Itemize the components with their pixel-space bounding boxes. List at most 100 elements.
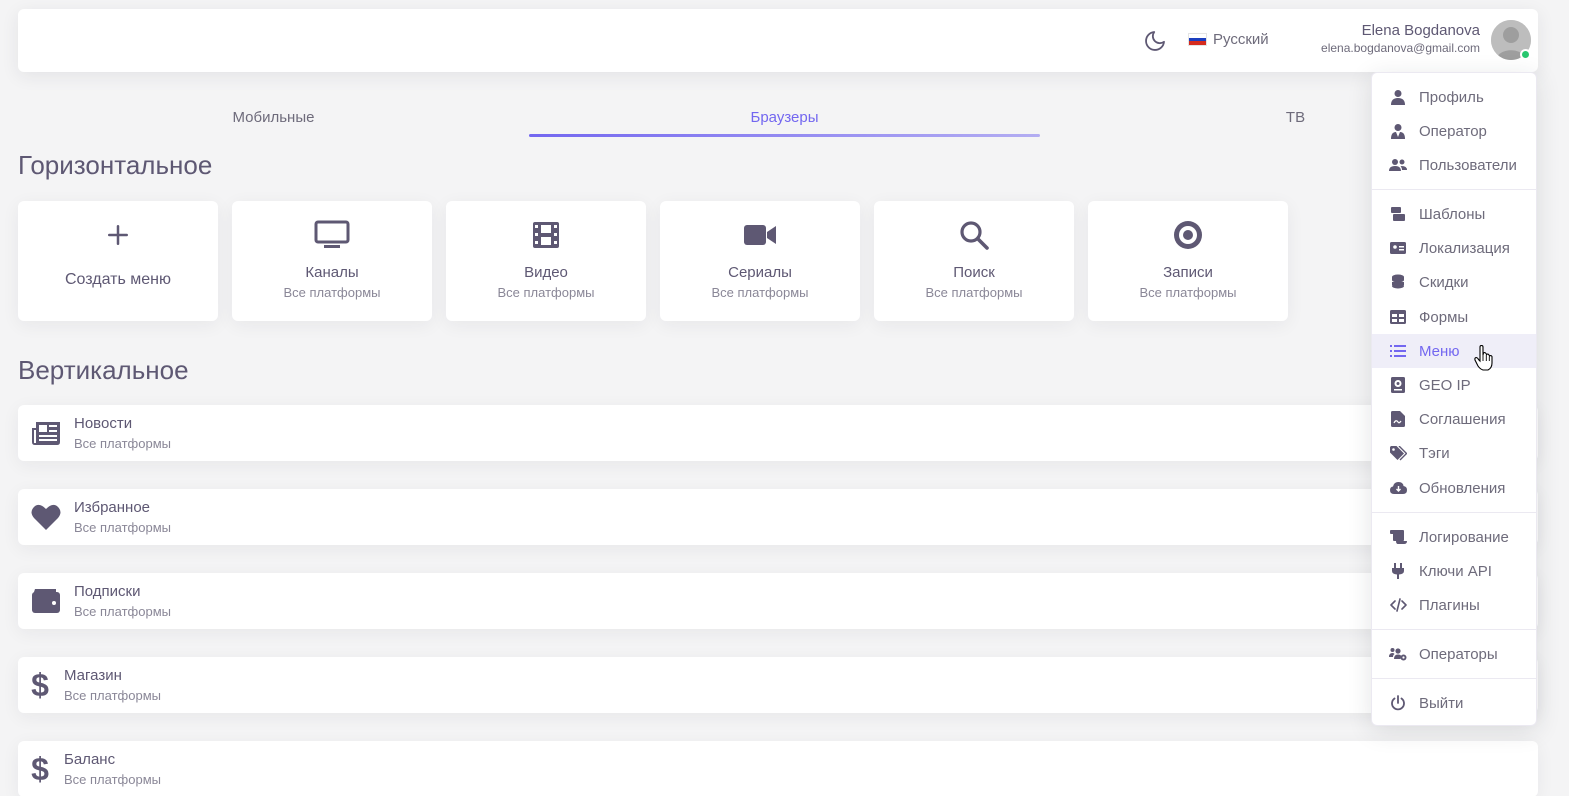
- card-subtitle: Все платформы: [711, 285, 809, 300]
- heart-icon: [31, 504, 61, 530]
- dropdown-item-label: Ключи API: [1419, 562, 1492, 580]
- row-title: Избранное: [74, 499, 151, 516]
- dropdown-item-templates[interactable]: Шаблоны: [1372, 197, 1536, 231]
- dropdown-item-logging[interactable]: Логирование: [1372, 520, 1536, 554]
- power-icon: [1391, 695, 1405, 711]
- passport-icon: [1391, 377, 1405, 393]
- active-tab-indicator: [529, 134, 1040, 137]
- dropdown-item-operators[interactable]: Операторы: [1372, 637, 1536, 671]
- user-email: elena.bogdanova@gmail.com: [1321, 41, 1480, 55]
- dropdown-item-profile[interactable]: Профиль: [1372, 80, 1536, 114]
- russia-flag-icon: [1188, 33, 1207, 46]
- top-navbar: [18, 9, 1538, 72]
- row-subtitle: Все платформы: [74, 520, 171, 535]
- row-subtitle: Все платформы: [64, 688, 161, 703]
- create-menu-label: Создать меню: [65, 271, 171, 288]
- dropdown-item-label: Обновления: [1419, 479, 1506, 497]
- file-signature-icon: [1391, 411, 1405, 427]
- dropdown-item-api-keys[interactable]: Ключи API: [1372, 554, 1536, 588]
- templates-icon: [1391, 207, 1405, 221]
- tab-label: Мобильные: [232, 109, 315, 126]
- create-menu-card[interactable]: Создать меню: [18, 201, 218, 321]
- dropdown-item-localization[interactable]: Локализация: [1372, 231, 1536, 265]
- dropdown-item-label: Локализация: [1419, 239, 1510, 257]
- card-title: Записи: [1163, 264, 1213, 281]
- dropdown-item-operator[interactable]: Оператор: [1372, 114, 1536, 148]
- dropdown-item-label: Соглашения: [1419, 410, 1506, 428]
- hand-cursor-icon: [1474, 345, 1493, 371]
- menu-row-favorites[interactable]: Избранное Все платформы: [18, 489, 1538, 545]
- dropdown-item-label: Логирование: [1419, 528, 1509, 546]
- newspaper-icon: [32, 422, 60, 445]
- row-subtitle: Все платформы: [74, 436, 171, 451]
- dropdown-item-geoip[interactable]: GEO IP: [1372, 368, 1536, 402]
- menu-card-series[interactable]: Сериалы Все платформы: [660, 201, 860, 321]
- user-name: Elena Bogdanova: [1361, 22, 1480, 39]
- tags-icon: [1389, 445, 1407, 460]
- dropdown-item-agreements[interactable]: Соглашения: [1372, 402, 1536, 436]
- user-info[interactable]: Elena Bogdanova elena.bogdanova@gmail.co…: [1321, 22, 1480, 56]
- dropdown-item-label: Профиль: [1419, 88, 1484, 106]
- dollar-icon: $: [31, 667, 49, 703]
- wallet-icon: [32, 589, 60, 613]
- dropdown-item-updates[interactable]: Обновления: [1372, 471, 1536, 505]
- list-icon: [1390, 345, 1406, 357]
- cloud-download-icon: [1389, 482, 1407, 494]
- section-title-horizontal: Горизонтальное: [18, 150, 213, 180]
- dropdown-item-label: Операторы: [1419, 645, 1498, 663]
- dropdown-divider: [1372, 629, 1536, 630]
- online-status-dot: [1520, 49, 1531, 60]
- row-title: Магазин: [64, 667, 122, 684]
- menu-row-balance[interactable]: $ Баланс Все платформы: [18, 741, 1538, 796]
- dropdown-item-plugins[interactable]: Плагины: [1372, 588, 1536, 622]
- section-title-vertical: Вертикальное: [18, 355, 189, 385]
- dropdown-item-label: Формы: [1419, 308, 1469, 326]
- dropdown-item-label: Выйти: [1419, 694, 1464, 712]
- language-label: Русский: [1213, 31, 1269, 48]
- card-subtitle: Все платформы: [283, 285, 381, 300]
- film-icon: [533, 222, 559, 248]
- dropdown-item-label: Пользователи: [1419, 156, 1517, 174]
- tab-label: ТВ: [1285, 109, 1306, 126]
- dropdown-item-forms[interactable]: Формы: [1372, 300, 1536, 334]
- code-icon: [1389, 598, 1407, 612]
- row-title: Новости: [74, 415, 133, 432]
- dropdown-item-label: Шаблоны: [1419, 205, 1486, 223]
- dropdown-item-label: GEO IP: [1419, 376, 1471, 394]
- tab-mobile[interactable]: Мобильные: [18, 100, 529, 138]
- dropdown-item-label: Тэги: [1419, 444, 1450, 462]
- plug-icon: [1392, 563, 1404, 579]
- plus-icon: [108, 225, 128, 245]
- dropdown-item-label: Оператор: [1419, 122, 1487, 140]
- dropdown-item-logout[interactable]: Выйти: [1372, 686, 1536, 720]
- row-title: Подписки: [74, 583, 141, 600]
- platform-tabs: Мобильные Браузеры ТВ: [18, 100, 1551, 138]
- card-subtitle: Все платформы: [1139, 285, 1237, 300]
- dropdown-item-tags[interactable]: Тэги: [1372, 436, 1536, 470]
- dropdown-item-discounts[interactable]: Скидки: [1372, 265, 1536, 299]
- user-icon: [1391, 90, 1405, 105]
- moon-icon[interactable]: [1143, 29, 1167, 53]
- dropdown-item-users[interactable]: Пользователи: [1372, 148, 1536, 182]
- menu-row-news[interactable]: Новости Все платформы: [18, 405, 1538, 461]
- card-title: Видео: [524, 264, 568, 281]
- card-title: Поиск: [953, 264, 995, 281]
- menu-card-channels[interactable]: Каналы Все платформы: [232, 201, 432, 321]
- card-subtitle: Все платформы: [925, 285, 1023, 300]
- card-title: Каналы: [305, 264, 359, 281]
- tab-browsers[interactable]: Браузеры: [529, 100, 1040, 138]
- language-selector[interactable]: Русский: [1188, 31, 1269, 48]
- menu-card-search[interactable]: Поиск Все платформы: [874, 201, 1074, 321]
- menu-row-shop[interactable]: $ Магазин Все платформы: [18, 657, 1538, 713]
- id-card-icon: [1390, 242, 1406, 254]
- dropdown-item-menu[interactable]: Меню: [1372, 334, 1536, 368]
- scroll-icon: [1389, 530, 1407, 544]
- dropdown-item-label: Скидки: [1419, 273, 1469, 291]
- dropdown-divider: [1372, 678, 1536, 679]
- menu-card-records[interactable]: Записи Все платформы: [1088, 201, 1288, 321]
- user-dropdown-menu: Профиль Оператор Пользователи Шаблоны Ло…: [1371, 72, 1537, 726]
- row-subtitle: Все платформы: [74, 604, 171, 619]
- menu-card-video[interactable]: Видео Все платформы: [446, 201, 646, 321]
- menu-row-subscriptions[interactable]: Подписки Все платформы: [18, 573, 1538, 629]
- video-camera-icon: [744, 225, 776, 245]
